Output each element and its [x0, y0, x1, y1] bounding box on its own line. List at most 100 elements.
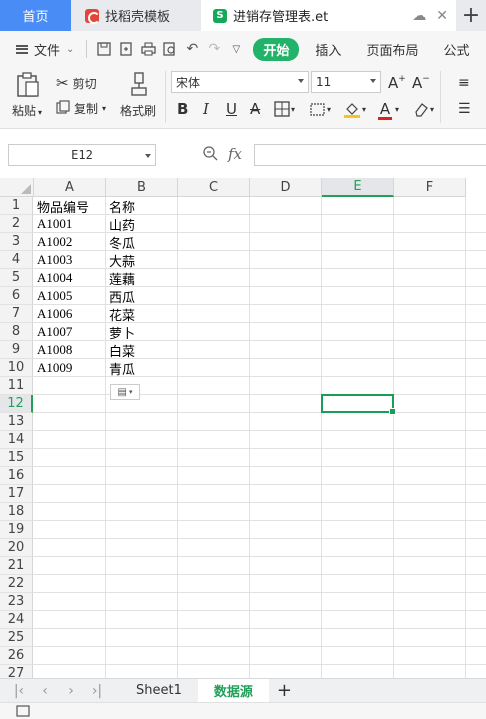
save-icon[interactable] — [93, 38, 115, 60]
row-header-26[interactable]: 26 — [0, 647, 33, 665]
spreadsheet-grid[interactable]: ABCDEF 1 2 3 4 5 6 7 8 9 10 11 12 13 14 15 16 17 18 19 20 21… — [0, 178, 486, 678]
paste-options-button[interactable]: ▤ ▾ — [110, 384, 140, 400]
align-left-icon[interactable]: ☰ — [458, 99, 471, 119]
tab-formula[interactable]: 公式 — [443, 40, 469, 59]
cell-b9[interactable]: 白菜 — [106, 341, 178, 359]
new-tab-button[interactable]: + — [456, 0, 486, 31]
align-top-icon[interactable]: ≡ — [458, 73, 470, 93]
row-header-18[interactable]: 18 — [0, 503, 33, 521]
cloud-icon[interactable]: ☁ — [412, 8, 426, 24]
tab-home[interactable]: 首页 — [0, 0, 71, 31]
row-header-7[interactable]: 7 — [0, 305, 33, 323]
cell-b10[interactable]: 青瓜 — [106, 359, 178, 377]
cell-b4[interactable]: 大蒜 — [106, 251, 178, 269]
status-icon[interactable] — [16, 705, 30, 719]
row-header-10[interactable]: 10 — [0, 359, 33, 377]
cell-a1[interactable]: 物品编号 — [34, 197, 106, 215]
row-header-13[interactable]: 13 — [0, 413, 33, 431]
row-header-6[interactable]: 6 — [0, 287, 33, 305]
row-header-16[interactable]: 16 — [0, 467, 33, 485]
row-header-21[interactable]: 21 — [0, 557, 33, 575]
tab-template[interactable]: 找稻壳模板 — [71, 0, 201, 31]
cut-button[interactable]: ✂ 剪切 — [56, 74, 97, 92]
first-sheet-icon[interactable]: |‹ — [6, 683, 32, 699]
fill-color-icon[interactable]: ▾ — [343, 99, 366, 119]
print-preview-icon[interactable] — [159, 38, 181, 60]
increase-font-icon[interactable]: A + — [388, 73, 406, 93]
zoom-icon[interactable] — [202, 145, 218, 165]
cell-b8[interactable]: 萝卜 — [106, 323, 178, 341]
tab-layout[interactable]: 页面布局 — [366, 40, 418, 59]
cell-a7[interactable]: A1006 — [34, 305, 106, 323]
tab-document[interactable]: S 进销存管理表.et ☁ ✕ — [201, 0, 456, 31]
italic-icon[interactable]: I — [203, 99, 209, 119]
cell-a10[interactable]: A1009 — [34, 359, 106, 377]
export-icon[interactable] — [115, 38, 137, 60]
row-header-3[interactable]: 3 — [0, 233, 33, 251]
cell-b3[interactable]: 冬瓜 — [106, 233, 178, 251]
font-size-select[interactable]: 11 — [311, 71, 381, 93]
close-icon[interactable]: ✕ — [436, 8, 448, 24]
border-icon[interactable]: ▾ — [274, 99, 295, 119]
cell-b5[interactable]: 莲藕 — [106, 269, 178, 287]
tab-start[interactable]: 开始 — [253, 37, 300, 61]
row-header-15[interactable]: 15 — [0, 449, 33, 467]
cell-a8[interactable]: A1007 — [34, 323, 106, 341]
column-header-f[interactable]: F — [394, 178, 466, 197]
row-header-24[interactable]: 24 — [0, 611, 33, 629]
font-color-icon[interactable]: A ▾ — [378, 99, 399, 120]
insert-function-icon[interactable]: fx — [228, 145, 242, 163]
row-header-20[interactable]: 20 — [0, 539, 33, 557]
decrease-font-icon[interactable]: A − — [412, 73, 430, 93]
cell-a2[interactable]: A1001 — [34, 215, 106, 233]
active-cell-selection[interactable] — [321, 394, 396, 415]
cell-a4[interactable]: A1003 — [34, 251, 106, 269]
column-header-a[interactable]: A — [34, 178, 106, 197]
cell-b6[interactable]: 西瓜 — [106, 287, 178, 305]
format-painter-button[interactable]: 格式刷 — [120, 102, 156, 119]
column-header-e[interactable]: E — [322, 178, 394, 197]
row-header-1[interactable]: 1 — [0, 197, 33, 215]
cell-a5[interactable]: A1004 — [34, 269, 106, 287]
column-header-d[interactable]: D — [250, 178, 322, 197]
cell-style-icon[interactable]: ▾ — [310, 99, 331, 119]
row-header-11[interactable]: 11 — [0, 377, 33, 395]
row-header-19[interactable]: 19 — [0, 521, 33, 539]
sheet-tab-sheet1[interactable]: Sheet1 — [120, 679, 198, 703]
select-all-corner[interactable] — [0, 178, 34, 197]
add-sheet-button[interactable]: + — [269, 679, 300, 703]
paste-icon[interactable] — [16, 72, 40, 101]
row-header-22[interactable]: 22 — [0, 575, 33, 593]
strikethrough-icon[interactable]: A — [250, 99, 260, 119]
cell-b7[interactable]: 花菜 — [106, 305, 178, 323]
undo-icon[interactable]: ↶ — [181, 38, 203, 60]
prev-sheet-icon[interactable]: ‹ — [32, 683, 58, 699]
row-header-8[interactable]: 8 — [0, 323, 33, 341]
next-sheet-icon[interactable]: › — [58, 683, 84, 699]
file-menu[interactable]: 文件 ⌄ — [16, 40, 74, 59]
cell-a9[interactable]: A1008 — [34, 341, 106, 359]
bold-icon[interactable]: B — [177, 99, 188, 119]
underline-icon[interactable]: U — [226, 99, 237, 119]
row-header-17[interactable]: 17 — [0, 485, 33, 503]
cell-a6[interactable]: A1005 — [34, 287, 106, 305]
column-header-b[interactable]: B — [106, 178, 178, 197]
row-header-12[interactable]: 12 — [0, 395, 33, 413]
cell-b1[interactable]: 名称 — [106, 197, 178, 215]
name-box[interactable]: E12 — [8, 144, 156, 166]
format-painter-icon[interactable] — [130, 72, 148, 99]
formula-input[interactable] — [254, 144, 486, 166]
row-header-2[interactable]: 2 — [0, 215, 33, 233]
cell-a3[interactable]: A1002 — [34, 233, 106, 251]
paste-button[interactable]: 粘贴 ▾ — [12, 102, 42, 119]
last-sheet-icon[interactable]: ›| — [84, 683, 110, 699]
font-name-select[interactable]: 宋体 — [171, 71, 309, 93]
redo-icon[interactable]: ↷ — [203, 38, 225, 60]
row-header-14[interactable]: 14 — [0, 431, 33, 449]
clear-format-icon[interactable]: ▾ — [413, 99, 434, 119]
row-header-23[interactable]: 23 — [0, 593, 33, 611]
row-header-4[interactable]: 4 — [0, 251, 33, 269]
copy-button[interactable]: 复制 ▾ — [56, 100, 106, 117]
row-header-5[interactable]: 5 — [0, 269, 33, 287]
column-header-c[interactable]: C — [178, 178, 250, 197]
